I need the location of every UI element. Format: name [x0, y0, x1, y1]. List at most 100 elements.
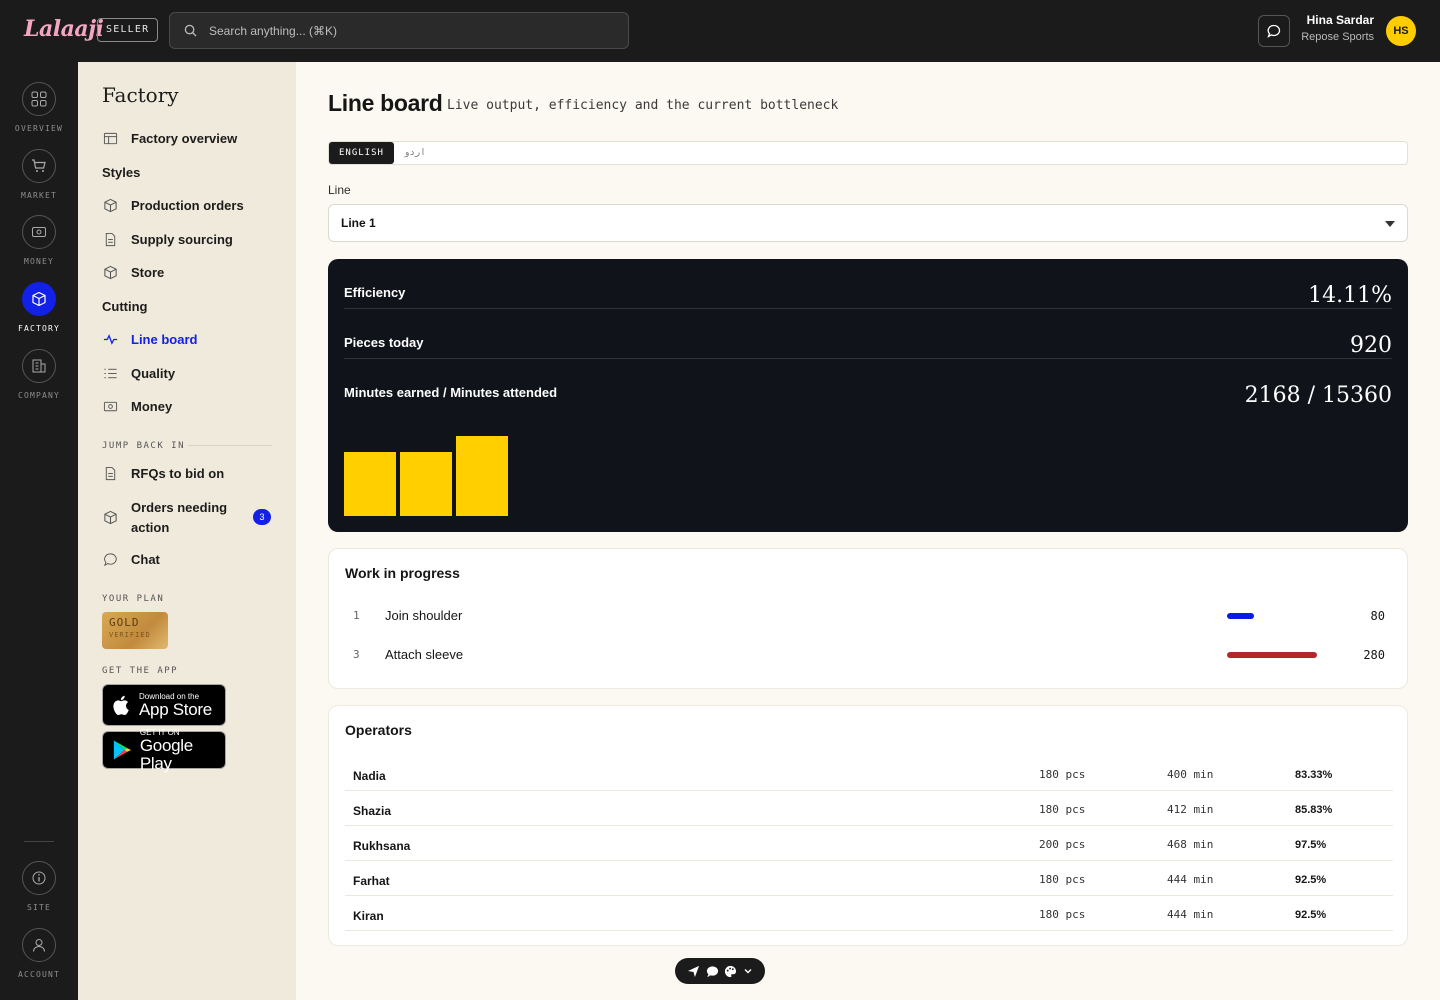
sidebar: Factory Factory overview Styles Producti…	[78, 62, 296, 1000]
work-in-progress-card: Work in progress 1 Join shoulder 80 3 At…	[328, 548, 1408, 689]
wip-row[interactable]: 3 Attach sleeve 280	[345, 645, 1393, 665]
sidebar-item-styles[interactable]: Styles	[102, 165, 140, 180]
orders-line-2: action	[131, 520, 170, 535]
orders-count-badge: 3	[253, 509, 271, 525]
rail-item-market[interactable]: MARKET	[0, 149, 78, 200]
rail-item-site[interactable]: SITE	[0, 861, 78, 912]
rail-item-money[interactable]: MONEY	[0, 215, 78, 266]
jump-item-orders-needing-action[interactable]: Orders needing action	[102, 498, 227, 538]
table-row[interactable]: Farhat 180 pcs 444 min 92.5%	[345, 861, 1393, 896]
operator-name: Shazia	[353, 804, 392, 818]
sidebar-item-money[interactable]: Money	[102, 398, 172, 414]
sidebar-item-supply-sourcing[interactable]: Supply sourcing	[102, 231, 233, 247]
table-row[interactable]: Kiran 180 pcs 444 min 92.5%	[345, 896, 1393, 931]
rail-label: ACCOUNT	[17, 970, 61, 979]
app-store-button[interactable]: Download on the App Store	[102, 684, 226, 726]
plan-badge[interactable]: GOLD VERIFIED	[102, 612, 168, 649]
money-icon	[102, 398, 118, 414]
operator-efficiency: 92.5%	[1295, 874, 1327, 886]
rail-item-overview[interactable]: OVERVIEW	[0, 82, 78, 133]
tab-urdu[interactable]: اردو	[394, 142, 436, 164]
table-row[interactable]: Shazia 180 pcs 412 min 85.83%	[345, 791, 1393, 826]
avatar[interactable]: HS	[1386, 16, 1416, 46]
send-icon[interactable]	[687, 965, 700, 978]
chat-bubble-icon[interactable]	[706, 965, 719, 978]
metrics-card: Efficiency 14.11% Pieces today 920 Minut…	[328, 259, 1408, 532]
line-select-value: Line 1	[341, 216, 376, 230]
tab-english[interactable]: ENGLISH	[329, 142, 394, 164]
rail-label: SITE	[26, 903, 52, 912]
seller-badge: SELLER	[97, 18, 159, 42]
jump-back-heading: JUMP BACK IN	[102, 441, 186, 451]
search-input[interactable]	[209, 23, 609, 38]
google-play-button[interactable]: GET IT ON Google Play	[102, 728, 226, 772]
box-icon	[102, 264, 118, 280]
operator-pieces: 180 pcs	[1039, 873, 1086, 886]
wip-bar	[1227, 652, 1323, 658]
sidebar-item-store[interactable]: Store	[102, 264, 164, 280]
chat-bubble-icon	[102, 551, 118, 567]
rail-label: COMPANY	[17, 391, 61, 400]
document-icon	[102, 465, 118, 481]
language-tabs: ENGLISH اردو	[328, 141, 1408, 165]
plan-heading: YOUR PLAN	[102, 594, 165, 604]
search-icon	[184, 24, 197, 37]
jump-item-rfqs[interactable]: RFQs to bid on	[102, 465, 224, 481]
play-store-icon	[113, 740, 132, 760]
user-menu[interactable]: Hina Sardar Repose Sports	[1300, 13, 1374, 43]
palette-icon[interactable]	[724, 965, 737, 978]
line-select[interactable]: Line 1	[328, 204, 1408, 242]
get-app-heading: GET THE APP	[102, 666, 179, 676]
output-bar-chart	[344, 427, 644, 516]
chevron-down-icon	[1385, 221, 1395, 227]
sidebar-item-label: Production orders	[131, 197, 244, 213]
wip-bar	[1227, 613, 1323, 619]
play-big-text: Google Play	[139, 735, 193, 773]
cart-icon	[22, 149, 56, 183]
rail-item-account[interactable]: ACCOUNT	[0, 928, 78, 979]
page-subtitle: Live output, efficiency and the current …	[447, 98, 839, 113]
sidebar-item-factory-overview[interactable]: Factory overview	[102, 130, 237, 146]
sidebar-item-quality[interactable]: Quality	[102, 365, 175, 381]
wip-bar-fill	[1227, 652, 1318, 658]
line-field-label: Line	[328, 183, 351, 197]
plan-status: VERIFIED	[109, 631, 151, 639]
sidebar-item-cutting[interactable]: Cutting	[102, 299, 147, 314]
wip-row[interactable]: 1 Join shoulder 80	[345, 606, 1393, 626]
table-row[interactable]: Nadia 180 pcs 400 min 83.33%	[345, 756, 1393, 791]
metric-label: Pieces today	[344, 335, 424, 350]
wip-operation: Attach sleeve	[385, 647, 464, 662]
metric-efficiency: Efficiency 14.11%	[344, 259, 1392, 309]
sidebar-item-label: Orders needing action	[131, 498, 227, 538]
wip-index: 3	[353, 648, 360, 661]
box-icon	[22, 282, 56, 316]
metric-minutes: Minutes earned / Minutes attended 2168 /…	[344, 359, 1392, 409]
table-row[interactable]: Rukhsana 200 pcs 468 min 97.5%	[345, 826, 1393, 861]
box-icon	[102, 197, 118, 213]
sidebar-item-production-orders[interactable]: Production orders	[102, 197, 244, 213]
orders-line-1: Orders needing	[131, 500, 228, 515]
operators-card: Operators Nadia 180 pcs 400 min 83.33% S…	[328, 705, 1408, 946]
rail-item-factory[interactable]: FACTORY	[0, 282, 78, 333]
search-box[interactable]	[169, 12, 629, 49]
operator-name: Nadia	[353, 769, 386, 783]
sidebar-item-label: Chat	[131, 551, 160, 567]
operator-minutes: 400 min	[1167, 768, 1214, 781]
apple-icon	[113, 695, 129, 715]
user-name: Hina Sardar	[1306, 13, 1374, 27]
box-icon	[102, 509, 118, 525]
jump-item-chat[interactable]: Chat	[102, 551, 160, 567]
layout-icon	[102, 130, 118, 146]
operator-efficiency: 85.83%	[1295, 804, 1333, 816]
output-bar	[400, 452, 452, 516]
sidebar-item-line-board[interactable]: Line board	[102, 331, 197, 347]
sidebar-item-label: Factory overview	[131, 130, 238, 146]
sidebar-item-label: Line board	[131, 331, 198, 347]
sidebar-item-label: RFQs to bid on	[131, 465, 225, 481]
info-icon	[22, 861, 56, 895]
messages-button[interactable]	[1258, 15, 1290, 47]
app-logo[interactable]: Lalaaji	[24, 16, 104, 42]
chevron-down-icon[interactable]	[743, 966, 753, 976]
rail-label: OVERVIEW	[14, 124, 64, 133]
rail-item-company[interactable]: COMPANY	[0, 349, 78, 400]
